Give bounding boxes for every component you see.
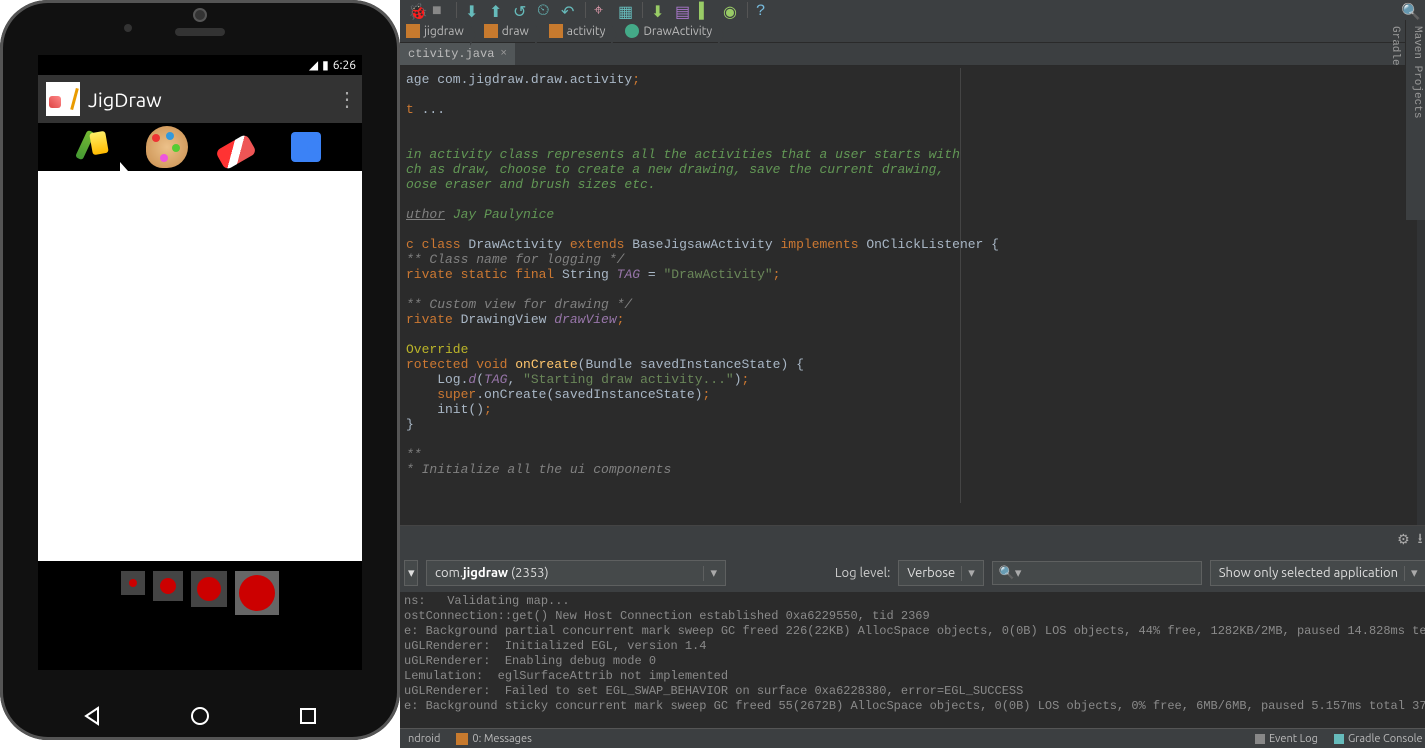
clock-text: 6:26 [333,59,356,72]
breadcrumb-draw[interactable]: draw [478,24,543,38]
editor-tab-bar: ctivity.java × [400,42,1425,66]
ide-toolbar: 🐞 ■ ⬇ ⬆ ↺ ⏲ ↶ ⌖ ▦ ⬇ ▤ ▌ ◉ ? 🔍 [400,0,1425,20]
battery-icon: ▮ [322,58,329,72]
log-line: uGLRenderer: Enabling debug mode 0 [404,654,656,668]
log-line: uGLRenderer: Failed to set EGL_SWAP_BEHA… [404,684,1023,698]
overflow-menu-icon[interactable]: ⋮ [332,87,362,111]
brush-size-l[interactable] [235,571,279,615]
editor-tab[interactable]: ctivity.java × [400,43,515,65]
sdk-manager-icon[interactable]: ⬇ [651,2,667,18]
phone-speaker [175,28,225,36]
log-level-label: Log level: [835,566,890,580]
logcat-search-input[interactable]: 🔍▾ [992,561,1202,585]
android-toolwindow-button[interactable]: ndroid [400,733,448,745]
breadcrumb-activity[interactable]: activity [543,24,620,38]
avd-icon[interactable]: ▤ [675,2,691,18]
search-everywhere-icon[interactable]: 🔍 [1401,2,1421,22]
puzzle-icon[interactable] [285,126,327,168]
android-icon[interactable]: ◉ [723,2,739,18]
logcat-filter-bar: ▾ com.jigdraw (2353) ▾ Log level: Verbos… [400,554,1425,592]
app-title-bar: JigDraw ⋮ [38,75,362,123]
breadcrumb-jigdraw[interactable]: jigdraw [400,24,478,38]
chevron-down-icon: ▾ [961,566,975,581]
gear-icon[interactable]: ⚙ [1397,532,1410,549]
device-dropdown[interactable]: ▾ [404,560,418,586]
eraser-icon[interactable] [215,133,257,170]
android-nav-bar [38,704,362,728]
log-line: e: Background sticky concurrent mark swe… [404,699,1425,713]
log-line: Lemulation: eglSurfaceAttrib not impleme… [404,669,728,683]
close-icon[interactable]: × [500,48,507,60]
app-toolbar [38,123,362,171]
emulator-pane: ◢ ▮ 6:26 JigDraw ⋮ [0,0,400,748]
phone-frame: ◢ ▮ 6:26 JigDraw ⋮ [0,0,400,740]
project-structure-icon[interactable]: ▦ [618,2,634,18]
gradle-icon [1334,734,1344,744]
process-dropdown[interactable]: com.jigdraw (2353) ▾ [426,560,726,586]
class-icon [625,24,639,38]
search-icon: 🔍▾ [999,566,1022,581]
brush-size-xs[interactable] [121,571,145,595]
sync-icon[interactable]: ↺ [513,2,529,18]
folder-icon [484,24,498,38]
tab-label: ctivity.java [408,47,494,61]
phone-camera [195,10,205,20]
brush-size-row [38,561,362,625]
log-line: ostConnection::get() New Host Connection… [404,609,930,623]
process-label: com.jigdraw (2353) [435,566,549,580]
code-editor[interactable]: ✔age com.jigdraw.draw.activity; t ... in… [400,66,1425,526]
breadcrumb: jigdraw draw activity DrawActivity [400,20,1425,42]
log-line: e: Background partial concurrent mark sw… [404,624,1425,638]
ide-status-bar: ndroid 0: Messages Event Log Gradle Cons… [400,728,1425,748]
nav-recent-icon[interactable] [296,704,320,728]
brush-size-s[interactable] [153,571,183,601]
brush-size-m[interactable] [191,571,227,607]
editor-splitter[interactable] [960,68,961,503]
brushes-icon[interactable] [73,126,115,168]
messages-icon [456,733,468,745]
panel-toolbar: ⚙ ⭳ [400,526,1425,554]
chevron-down-icon: ▾ [703,566,717,581]
gradle-console-button[interactable]: Gradle Console [1326,733,1425,745]
stop-icon[interactable]: ■ [432,2,448,18]
ide-pane: 🐞 ■ ⬇ ⬆ ↺ ⏲ ↶ ⌖ ▦ ⬇ ▤ ▌ ◉ ? 🔍 jigdraw dr… [400,0,1425,748]
maven-projects-button[interactable]: Maven Projects [1411,26,1423,214]
app-name-label: JigDraw [88,88,332,111]
download-icon[interactable]: ⭳ [1418,528,1423,552]
log-line: ns: Validating map... [404,594,570,608]
chevron-down-icon: ▾ [1404,566,1418,581]
phone-screen[interactable]: ◢ ▮ 6:26 JigDraw ⋮ [38,55,362,670]
signal-icon: ◢ [309,58,318,72]
logcat-filter-dropdown[interactable]: Show only selected application ▾ [1210,560,1425,586]
vcs-update-icon[interactable]: ⬇ [465,2,481,18]
folder-icon [549,24,563,38]
nav-back-icon[interactable] [80,704,104,728]
messages-toolwindow-button[interactable]: 0: Messages [448,733,539,745]
event-log-icon [1255,734,1265,744]
event-log-button[interactable]: Event Log [1247,733,1326,745]
drawing-canvas[interactable] [38,171,362,561]
log-line: uGLRenderer: Initialized EGL, version 1.… [404,639,706,653]
structure-icon[interactable]: ⌖ [594,2,610,18]
folder-icon [406,24,420,38]
gradle-button[interactable]: Gradle [1389,26,1401,214]
logcat-output[interactable]: ns: Validating map... ostConnection::get… [400,592,1425,728]
android-status-bar: ◢ ▮ 6:26 [38,55,362,75]
help-icon[interactable]: ? [756,2,772,18]
right-tool-strip: Maven Projects Gradle [1405,20,1425,220]
vcs-commit-icon[interactable]: ⬆ [489,2,505,18]
undo-icon[interactable]: ↶ [561,2,577,18]
log-level-dropdown[interactable]: Verbose ▾ [898,560,983,586]
palette-icon[interactable] [146,126,188,168]
monitor-icon[interactable]: ▌ [699,2,715,18]
run-icon[interactable]: 🐞 [408,2,424,18]
history-icon[interactable]: ⏲ [537,2,553,18]
nav-home-icon[interactable] [188,704,212,728]
app-logo-icon [46,82,80,116]
breadcrumb-drawactivity[interactable]: DrawActivity [619,24,726,38]
phone-sensor [124,24,132,32]
